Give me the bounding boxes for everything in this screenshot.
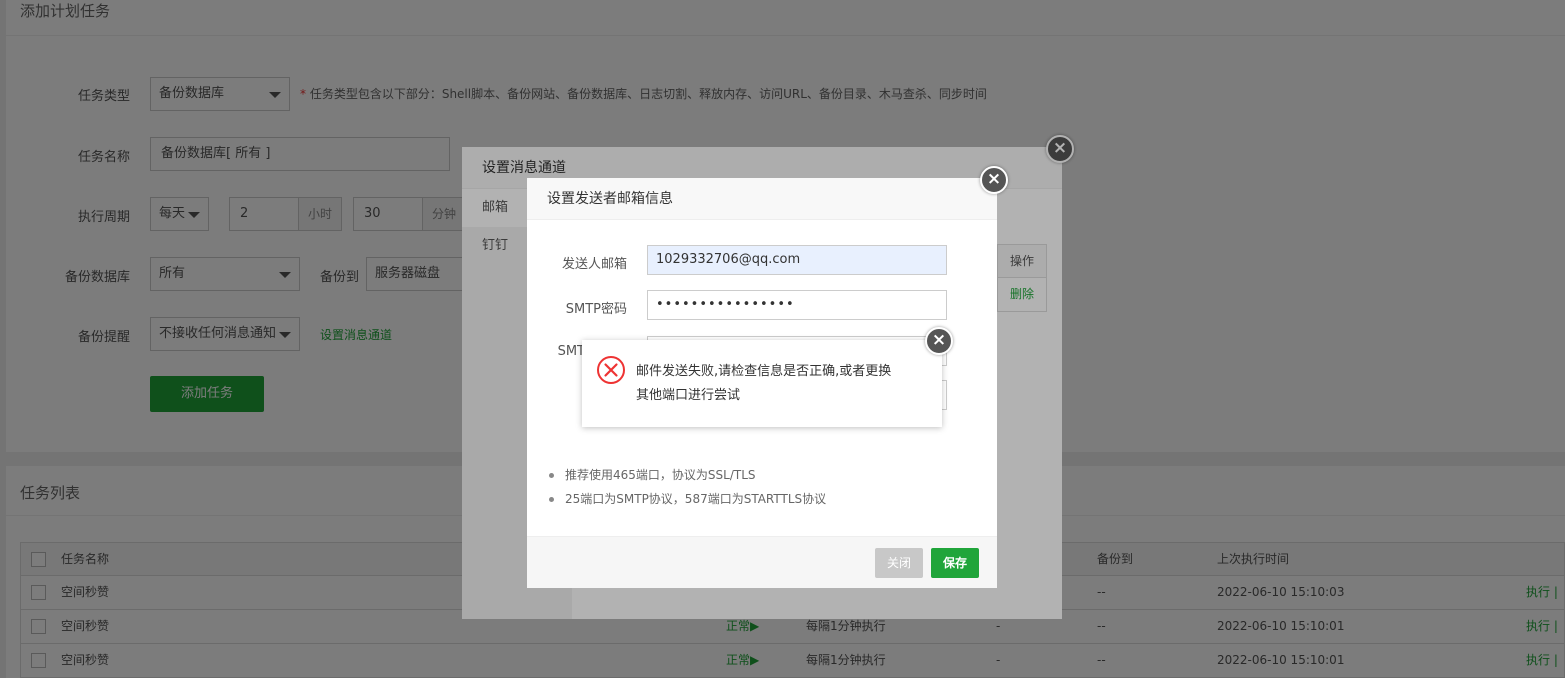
smtp-password-label: SMTP密码 (565, 302, 627, 317)
close-icon[interactable]: × (925, 327, 953, 355)
sender-email-label: 发送人邮箱 (561, 257, 627, 272)
tip-item: 推荐使用465端口，协议为SSL/TLS (549, 463, 826, 487)
close-icon[interactable]: × (980, 166, 1008, 194)
email-tips: 推荐使用465端口，协议为SSL/TLS 25端口为SMTP协议，587端口为S… (549, 463, 826, 511)
close-button[interactable]: 关闭 (875, 548, 923, 578)
error-message-line: 其他端口进行尝试 (636, 388, 741, 403)
save-button[interactable]: 保存 (931, 548, 979, 578)
sender-email-input[interactable]: 1029332706@qq.com (647, 245, 947, 275)
error-message: 邮件发送失败,请检查信息是否正确,或者更换 其他端口进行尝试 (636, 360, 926, 408)
smtp-password-input[interactable]: •••••••••••••••• (647, 290, 947, 320)
tip-item: 25端口为SMTP协议，587端口为STARTTLS协议 (549, 487, 826, 511)
email-dialog-title: 设置发送者邮箱信息 (527, 178, 997, 220)
error-message-line: 邮件发送失败,请检查信息是否正确,或者更换 (636, 364, 892, 379)
error-dialog: 邮件发送失败,请检查信息是否正确,或者更换 其他端口进行尝试 (582, 340, 942, 427)
error-circle-icon (597, 356, 625, 384)
smtp-server-label: SMT (557, 344, 585, 359)
email-dialog-footer: 关闭 保存 (527, 536, 997, 588)
